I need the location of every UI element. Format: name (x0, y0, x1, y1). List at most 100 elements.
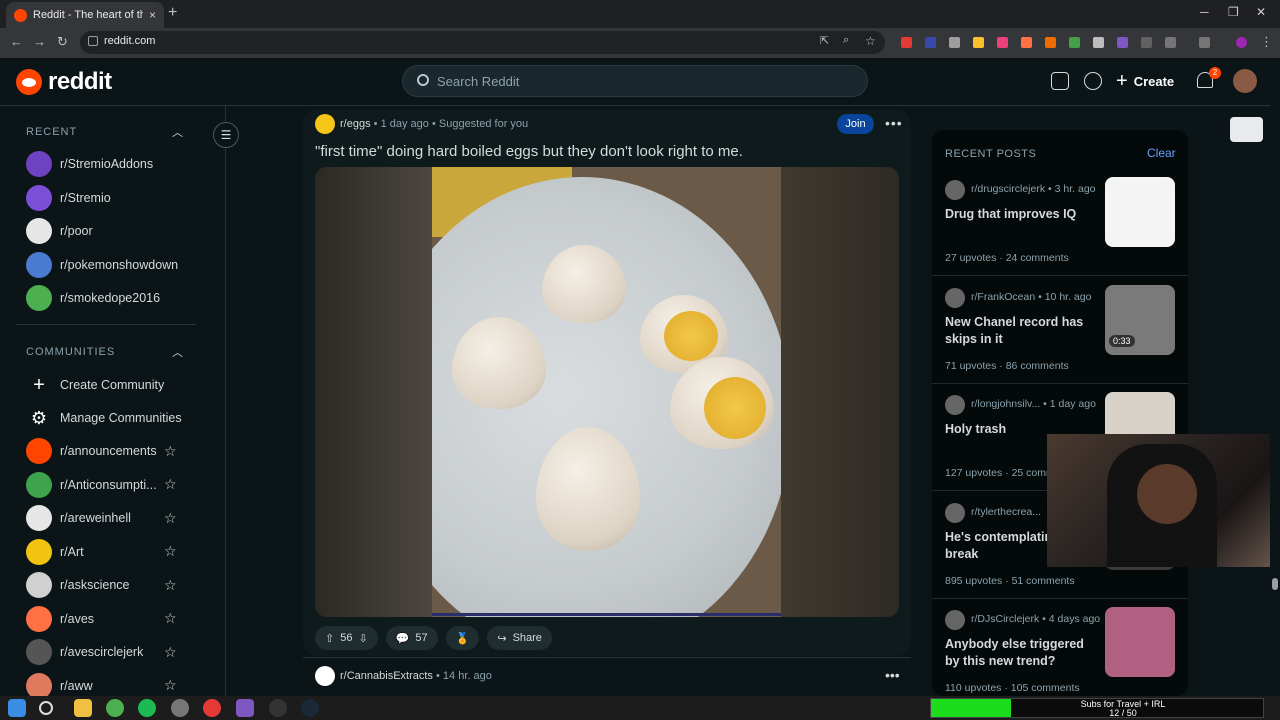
address-bar[interactable]: reddit.com ⇱ ⌕ ☆ (80, 31, 885, 54)
upvote-icon[interactable]: ⇧ (325, 632, 334, 645)
extension-icon[interactable] (925, 37, 936, 48)
sidebar-item-community[interactable]: r/Stremio (26, 182, 196, 214)
extension-icon[interactable] (1117, 37, 1128, 48)
pokeball-icon[interactable] (203, 699, 221, 717)
sidebar-toggle-button[interactable]: ☰ (213, 122, 239, 148)
chrome-icon[interactable] (106, 699, 124, 717)
recent-post-subreddit[interactable]: r/FrankOcean (971, 291, 1035, 303)
subreddit-name[interactable]: r/eggs (340, 118, 371, 130)
post-card[interactable]: r/CannabisExtracts • 14 hr. ago ••• (303, 662, 911, 696)
sidebar-item-community[interactable]: r/areweinhell ☆ (26, 502, 196, 534)
subreddit-icon[interactable] (315, 666, 335, 686)
tab-close-icon[interactable]: × (149, 8, 156, 22)
sidebar-item-community[interactable]: r/aves ☆ (26, 603, 196, 635)
browser-tab[interactable]: Reddit - The heart of the internet × (6, 2, 164, 28)
window-close-icon[interactable]: ✕ (1256, 5, 1266, 19)
recent-post-thumbnail[interactable]: 0:33 (1105, 284, 1175, 355)
favorite-star-icon[interactable]: ☆ (164, 610, 177, 627)
recent-post-subreddit[interactable]: r/longjohnsilv... (971, 398, 1040, 410)
favorite-star-icon[interactable]: ☆ (164, 677, 177, 694)
sidebar-item-community[interactable]: r/announcements ☆ (26, 435, 196, 467)
restore-icon[interactable]: ❐ (1228, 5, 1239, 19)
sidebar-item-community[interactable]: r/avescirclejerk ☆ (26, 636, 196, 668)
chevron-up-icon[interactable]: ︿ (172, 124, 183, 140)
favorite-star-icon[interactable]: ☆ (164, 476, 177, 493)
more-options-icon[interactable]: ••• (885, 115, 903, 131)
recent-post-item[interactable]: r/FrankOcean • 10 hr. ago New Chanel reco… (932, 284, 1188, 393)
award-button[interactable]: 🏅 (445, 626, 480, 650)
recent-post-thumbnail[interactable] (1105, 607, 1175, 677)
vote-button[interactable]: ⇧ 56 ⇩ (315, 626, 378, 650)
post-card[interactable]: r/eggs • 1 day ago • Suggested for you J… (303, 110, 911, 656)
spotify-icon[interactable] (138, 699, 156, 717)
reload-icon[interactable]: ↻ (57, 34, 68, 50)
chat-icon[interactable] (1084, 72, 1102, 90)
profile-icon[interactable] (1236, 37, 1247, 48)
favorite-star-icon[interactable]: ☆ (164, 510, 177, 527)
sidebar-item-community[interactable]: r/StremioAddons (26, 148, 196, 180)
recent-post-title[interactable]: New Chanel record has skips in it (945, 314, 1095, 348)
scrollbar[interactable] (1270, 58, 1280, 696)
bookmark-star-icon[interactable]: ☆ (865, 34, 876, 48)
extension-icon[interactable] (997, 37, 1008, 48)
forward-icon[interactable]: → (33, 34, 46, 49)
post-media[interactable] (315, 167, 899, 617)
app-icon[interactable] (236, 699, 254, 717)
app-icon[interactable] (171, 699, 189, 717)
start-icon[interactable] (8, 699, 26, 717)
recent-post-thumbnail[interactable] (1105, 177, 1175, 247)
minimize-icon[interactable]: ─ (1200, 5, 1209, 19)
comments-button[interactable]: 💬 57 (385, 626, 438, 650)
search-icon[interactable] (39, 701, 53, 715)
advertise-icon[interactable] (1051, 72, 1069, 90)
recent-post-title[interactable]: Drug that improves IQ (945, 206, 1095, 223)
extension-icon[interactable] (949, 37, 960, 48)
recent-post-subreddit[interactable]: r/drugscirclejerk (971, 183, 1045, 195)
more-options-icon[interactable]: ••• (885, 667, 900, 683)
install-icon[interactable]: ⇱ (820, 34, 829, 47)
new-tab-button[interactable]: + (168, 4, 177, 22)
extension-icon[interactable] (1069, 37, 1080, 48)
recent-post-item[interactable]: r/drugscirclejerk • 3 hr. ago Drug that i… (932, 177, 1188, 285)
floating-widget-button[interactable] (1230, 117, 1263, 142)
obs-icon[interactable] (269, 699, 287, 717)
back-icon[interactable]: ← (10, 34, 23, 49)
scrollbar-thumb[interactable] (1272, 578, 1278, 590)
extensions-puzzle-icon[interactable] (1165, 37, 1176, 48)
site-info-icon[interactable] (88, 36, 98, 46)
sidebar-item-community[interactable]: r/smokedope2016 (26, 282, 196, 314)
create-button[interactable]: + Create (1116, 70, 1174, 93)
extension-icon[interactable] (901, 37, 912, 48)
side-panel-icon[interactable] (1199, 37, 1210, 48)
extension-icon[interactable] (1141, 37, 1152, 48)
extension-icon[interactable] (1021, 37, 1032, 48)
downvote-icon[interactable]: ⇩ (358, 632, 367, 645)
share-button[interactable]: ↪ Share (487, 626, 552, 650)
sidebar-item-community[interactable]: r/poor (26, 215, 196, 247)
zoom-icon[interactable]: ⌕ (843, 34, 849, 47)
search-input[interactable]: Search Reddit (402, 65, 868, 97)
favorite-star-icon[interactable]: ☆ (164, 577, 177, 594)
sidebar-item-community[interactable]: r/askscience ☆ (26, 569, 196, 601)
steam-icon[interactable] (301, 699, 319, 717)
avatar[interactable] (1233, 69, 1257, 93)
recent-post-subreddit[interactable]: r/tylerthecrea... (971, 506, 1041, 518)
subreddit-name[interactable]: r/CannabisExtracts (340, 670, 433, 682)
extension-icon[interactable] (973, 37, 984, 48)
recent-post-item[interactable]: r/DJsCirclejerk • 4 days ago Anybody else… (932, 607, 1188, 696)
create-community-item[interactable]: + Create Community (26, 369, 196, 401)
sidebar-item-community[interactable]: r/Art ☆ (26, 536, 196, 568)
join-button[interactable]: Join (837, 114, 874, 134)
post-title[interactable]: "first time" doing hard boiled eggs but … (315, 143, 743, 160)
subreddit-icon[interactable] (315, 114, 335, 134)
favorite-star-icon[interactable]: ☆ (164, 543, 177, 560)
reddit-logo[interactable]: reddit (16, 68, 112, 96)
favorite-star-icon[interactable]: ☆ (164, 443, 177, 460)
extension-icon[interactable] (1045, 37, 1056, 48)
recent-post-title[interactable]: Anybody else triggered by this new trend… (945, 636, 1095, 670)
chevron-up-icon[interactable]: ︿ (172, 344, 183, 360)
file-explorer-icon[interactable] (74, 699, 92, 717)
clear-button[interactable]: Clear (1147, 146, 1176, 160)
manage-communities-item[interactable]: ⚙ Manage Communities (26, 402, 196, 434)
sidebar-item-community[interactable]: r/pokemonshowdown (26, 249, 196, 281)
